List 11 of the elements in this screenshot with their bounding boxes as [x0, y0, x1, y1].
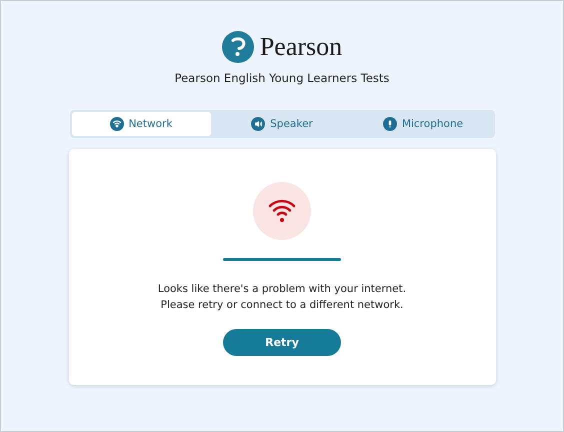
tab[interactable]: Microphone: [354, 112, 492, 136]
error-message: Looks like there's a problem with your internet. Please retry or connect to a different network.: [158, 282, 406, 313]
tab[interactable]: Speaker: [212, 112, 352, 136]
retry-button[interactable]: Retry: [223, 329, 341, 356]
microphone-icon: [382, 117, 397, 131]
brand-name: Pearson: [260, 32, 342, 62]
subtitle: Pearson English Young Learners Tests: [174, 71, 390, 85]
speaker-icon: [251, 117, 266, 131]
tab[interactable]: Network: [72, 112, 210, 136]
wifi-icon: [110, 117, 124, 131]
logo-icon: [222, 31, 254, 63]
